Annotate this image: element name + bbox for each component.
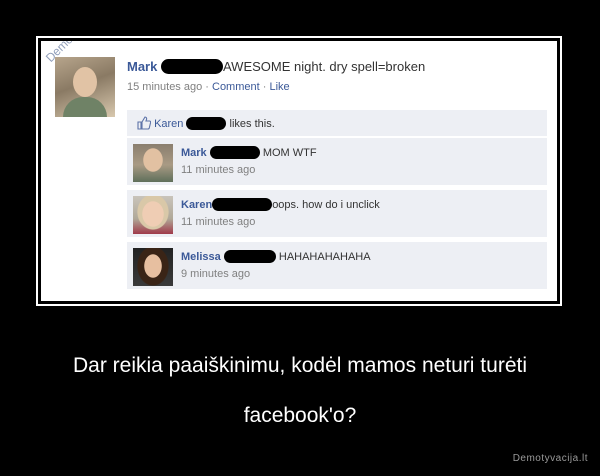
demotivator-frame: Demotyvacija.lt Mark AWESOME night. dry …	[36, 36, 562, 306]
avatar-shirt	[63, 97, 107, 117]
post-author-name[interactable]: Mark	[127, 59, 157, 74]
comment-body: Melissa HAHAHAHAHAHA	[181, 250, 371, 263]
like-link[interactable]: Like	[269, 81, 289, 93]
comment-timestamp: 9 minutes ago	[181, 268, 251, 280]
comment-avatar[interactable]	[133, 144, 173, 182]
redacted-surname	[160, 59, 223, 74]
comment-author[interactable]: Mark	[181, 147, 207, 159]
redacted-surname	[209, 146, 260, 159]
post-author-avatar[interactable]	[55, 57, 115, 117]
thumbs-up-icon	[137, 116, 152, 130]
comment-author[interactable]: Karen	[181, 199, 212, 211]
comment-body: Karen oops. how do i unclick	[181, 198, 380, 211]
comment-author[interactable]: Melissa	[181, 251, 221, 263]
liker-name[interactable]: Karen	[154, 118, 183, 130]
meta-separator: ·	[259, 81, 270, 93]
comment-link[interactable]: Comment	[212, 81, 260, 93]
meta-separator: ·	[202, 81, 212, 93]
post-message: Mark AWESOME night. dry spell=broken	[127, 59, 425, 74]
site-credit: Demotyvacija.lt	[512, 453, 588, 464]
redacted-surname	[223, 250, 276, 263]
post-timestamp: 15 minutes ago	[127, 81, 203, 93]
post-text: AWESOME night. dry spell=broken	[222, 59, 426, 74]
comment-timestamp: 11 minutes ago	[181, 216, 256, 228]
redacted-surname	[212, 198, 273, 211]
comment-avatar[interactable]	[133, 248, 173, 286]
comment-item: Melissa HAHAHAHAHAHA 9 minutes ago	[127, 241, 547, 289]
facebook-screenshot: Demotyvacija.lt Mark AWESOME night. dry …	[41, 41, 557, 301]
comment-timestamp: 11 minutes ago	[181, 164, 256, 176]
likes-bar: Karen likes this.	[127, 110, 547, 136]
comment-avatar[interactable]	[133, 196, 173, 234]
redacted-surname	[186, 117, 227, 130]
comment-text: oops. how do i unclick	[272, 199, 380, 211]
comment-text: MOM WTF	[262, 147, 317, 159]
comment-item: Karen oops. how do i unclick 11 minutes a…	[127, 189, 547, 237]
post-meta: 15 minutes ago · Comment · Like	[127, 81, 290, 93]
caption-line-2: facebook'o?	[243, 404, 357, 427]
comment-body: Mark MOM WTF	[181, 146, 317, 159]
likes-text: likes this.	[229, 118, 275, 130]
comment-item: Mark MOM WTF 11 minutes ago	[127, 137, 547, 185]
caption-line-1: Dar reikia paaiškinimu, kodėl mamos netu…	[72, 354, 527, 377]
avatar-face	[73, 67, 97, 97]
comment-text: HAHAHAHAHAHA	[278, 251, 371, 263]
